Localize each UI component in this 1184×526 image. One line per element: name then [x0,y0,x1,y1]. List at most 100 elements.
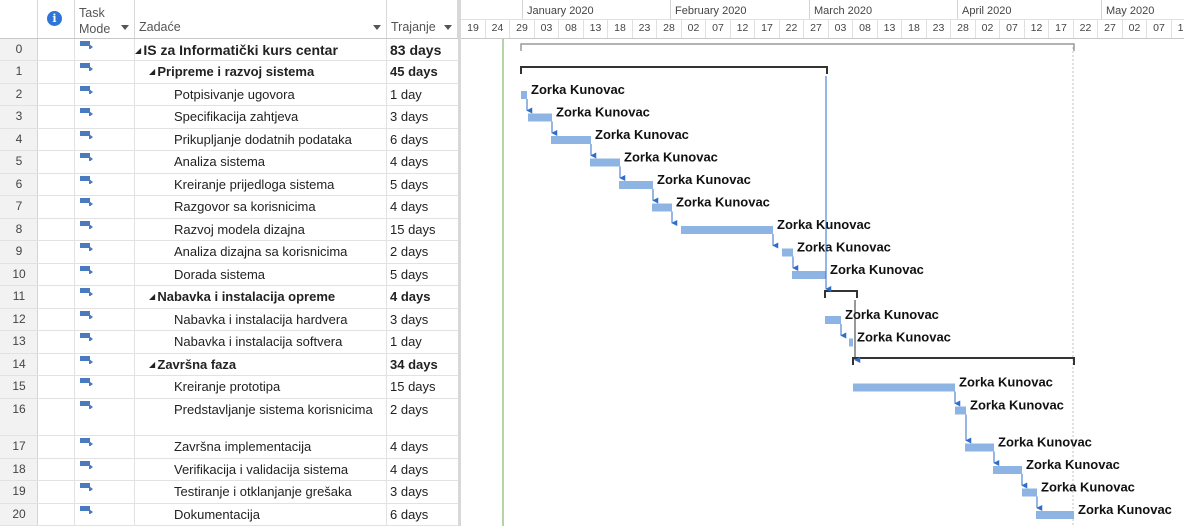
task-name[interactable]: Dorada sistema [174,267,265,282]
task-duration[interactable]: 4 days [390,199,428,214]
summary-bar[interactable] [520,43,1075,51]
task-row[interactable]: 8 Razvoj modela dizajna 15 days [0,219,458,241]
task-row[interactable]: 19 Testiranje i otklanjanje grešaka 3 days [0,481,458,504]
row-id: 2 [15,87,23,101]
task-name[interactable]: Prikupljanje dodatnih podataka [174,132,352,147]
task-row[interactable]: 13 Nabavka i instalacija softvera 1 day [0,331,458,354]
task-duration[interactable]: 83 days [390,42,441,58]
task-name[interactable]: ◢ IS za Informatički kurs centar [135,42,338,58]
task-duration[interactable]: 3 days [390,312,428,327]
indicators-header[interactable]: i [38,0,75,38]
chevron-down-icon[interactable] [373,25,381,30]
task-name[interactable]: Predstavljanje sistema korisnicima [174,402,373,417]
summary-bar[interactable] [824,290,858,298]
task-duration[interactable]: 2 days [390,402,428,417]
task-bar[interactable] [853,383,955,392]
task-bar[interactable] [1022,488,1037,497]
row-id: 9 [15,244,23,258]
task-duration[interactable]: 6 days [390,507,428,522]
task-bar[interactable] [521,91,527,99]
task-duration[interactable]: 15 days [390,222,436,237]
task-name[interactable]: Potpisivanje ugovora [174,87,295,102]
task-bar[interactable] [652,203,672,212]
task-name[interactable]: ◢ Nabavka i instalacija opreme [149,289,335,304]
task-bar[interactable] [993,466,1022,474]
task-name[interactable]: Analiza sistema [174,154,265,169]
task-row[interactable]: 17 Završna implementacija 4 days [0,436,458,459]
task-row[interactable]: 11 ◢ Nabavka i instalacija opreme 4 days [0,286,458,309]
task-name-header[interactable]: Zadaće [135,0,387,38]
task-row[interactable]: 5 Analiza sistema 4 days [0,151,458,174]
task-row[interactable]: 14 ◢ Završna faza 34 days [0,354,458,376]
auto-scheduled-task-icon [80,243,93,251]
task-duration[interactable]: 34 days [390,357,438,372]
task-name[interactable]: Kreiranje prototipa [174,379,280,394]
task-duration[interactable]: 1 day [390,334,422,349]
chevron-down-icon[interactable] [121,25,129,30]
task-name[interactable]: Kreiranje prijedloga sistema [174,177,334,192]
task-bar[interactable] [782,248,793,257]
summary-bar[interactable] [852,357,1075,365]
task-bar[interactable] [528,113,552,122]
task-duration[interactable]: 4 days [390,154,428,169]
task-duration[interactable]: 4 days [390,462,428,477]
task-name[interactable]: Analiza dizajna sa korisnicima [174,244,347,259]
task-bar[interactable] [551,136,591,144]
row-id-header[interactable] [0,0,38,38]
task-bar[interactable] [1036,511,1074,519]
chevron-down-icon[interactable] [444,25,452,30]
task-row[interactable]: 16 Predstavljanje sistema korisnicima 2 da… [0,399,458,436]
day-divider [729,19,731,38]
task-row[interactable]: 3 Specifikacija zahtjeva 3 days [0,106,458,129]
task-row[interactable]: 10 Dorada sistema 5 days [0,264,458,286]
task-name[interactable]: Nabavka i instalacija hardvera [174,312,347,327]
task-duration[interactable]: 1 day [390,87,422,102]
summary-bar[interactable] [520,66,828,74]
auto-scheduled-task-icon [80,333,93,341]
task-name[interactable]: Razgovor sa korisnicima [174,199,316,214]
task-duration[interactable]: 5 days [390,267,428,282]
task-bar[interactable] [955,406,966,415]
task-name[interactable]: Nabavka i instalacija softvera [174,334,342,349]
task-duration[interactable]: 2 days [390,244,428,259]
task-name-text: Testiranje i otklanjanje grešaka [174,484,352,499]
task-duration[interactable]: 5 days [390,177,428,192]
task-name[interactable]: Specifikacija zahtjeva [174,109,298,124]
task-row[interactable]: 20 Dokumentacija 6 days [0,504,458,526]
task-duration[interactable]: 15 days [390,379,436,394]
task-bar[interactable] [965,443,994,452]
task-row[interactable]: 6 Kreiranje prijedloga sistema 5 days [0,174,458,196]
task-duration[interactable]: 6 days [390,132,428,147]
task-bar[interactable] [681,226,773,234]
task-row[interactable]: 2 Potpisivanje ugovora 1 day [0,84,458,106]
task-name[interactable]: Razvoj modela dizajna [174,222,305,237]
task-duration[interactable]: 3 days [390,484,428,499]
task-row[interactable]: 12 Nabavka i instalacija hardvera 3 days [0,309,458,331]
task-row[interactable]: 9 Analiza dizajna sa korisnicima 2 days [0,241,458,264]
task-name[interactable]: Dokumentacija [174,507,260,522]
task-name[interactable]: Testiranje i otklanjanje grešaka [174,484,352,499]
task-row[interactable]: 1 ◢ Pripreme i razvoj sistema 45 days [0,61,458,84]
task-bar[interactable] [825,316,841,324]
task-name[interactable]: ◢ Pripreme i razvoj sistema [149,64,314,79]
task-name[interactable]: ◢ Završna faza [149,357,236,372]
task-row[interactable]: 4 Prikupljanje dodatnih podataka 6 days [0,129,458,151]
task-row[interactable]: 0 ◢ IS za Informatički kurs centar 83 days [0,39,458,61]
task-name[interactable]: Završna implementacija [174,439,311,454]
task-duration[interactable]: 45 days [390,64,438,79]
task-row[interactable]: 18 Verifikacija i validacija sistema 4 day… [0,459,458,481]
task-bar[interactable] [849,338,853,347]
task-duration[interactable]: 4 days [390,289,430,304]
task-row[interactable]: 7 Razgovor sa korisnicima 4 days [0,196,458,219]
task-row[interactable]: 15 Kreiranje prototipa 15 days [0,376,458,399]
timescale-tier-divider [461,19,1184,20]
column-divider [74,129,75,150]
task-mode-header[interactable]: Task Mode [75,0,135,38]
duration-header[interactable]: Trajanje [387,0,458,38]
task-bar[interactable] [590,158,620,167]
task-bar[interactable] [619,181,653,189]
task-bar[interactable] [792,271,826,279]
task-duration[interactable]: 3 days [390,109,428,124]
task-duration[interactable]: 4 days [390,439,428,454]
task-name[interactable]: Verifikacija i validacija sistema [174,462,348,477]
